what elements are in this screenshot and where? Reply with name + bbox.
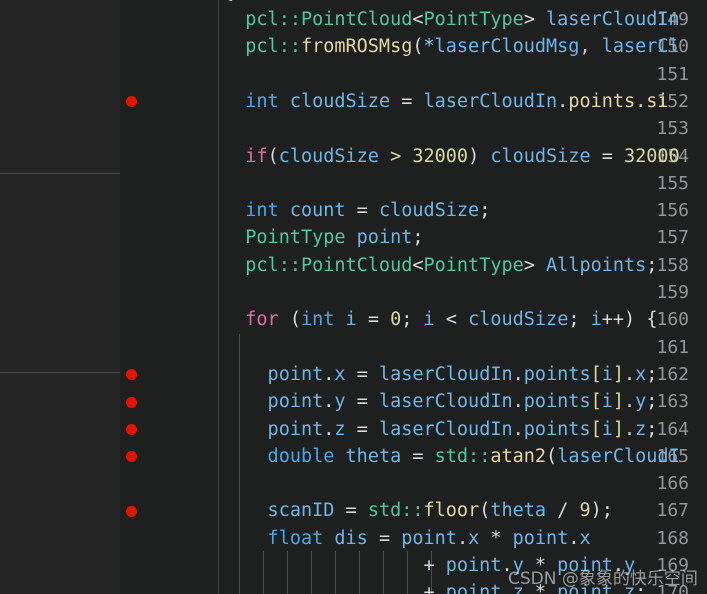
editor-window: 148 149 150 151 152 153 154 155: [0, 0, 707, 594]
sidebar-panel-column[interactable]: [0, 0, 120, 594]
code-line: PointType point;: [223, 227, 424, 249]
code-line: + point.z * point.z;: [223, 582, 647, 594]
code-line: scanID = std::floor(theta / 9);: [223, 500, 613, 522]
code-line: int cloudSize = laserCloudIn.points.si: [223, 90, 669, 112]
code-line: + point.y * point.y: [223, 555, 636, 576]
code-line: int count = cloudSize;: [223, 200, 491, 222]
panel-divider-bottom[interactable]: [0, 372, 120, 373]
code-line: pcl::PointCloud<PointType> laserCloudIn: [223, 9, 680, 30]
code-line: pcl::PointCloud<PointType> Allpoints;: [223, 254, 658, 276]
breakpoint-icon[interactable]: [126, 505, 137, 517]
code-line: if(cloudSize > 32000) cloudSize = 32000: [223, 145, 680, 167]
code-line: point.x = laserCloudIn.points[i].x;: [223, 363, 658, 385]
code-text-area[interactable]: { pcl::PointCloud<PointType> laserCloudI…: [219, 0, 707, 594]
code-line: for (int i = 0; i < cloudSize; i++) {: [223, 309, 658, 331]
code-line: point.z = laserCloudIn.points[i].z;: [223, 418, 658, 440]
breakpoint-icon[interactable]: [126, 396, 137, 408]
breakpoint-icon[interactable]: [126, 369, 137, 381]
breakpoint-icon[interactable]: [126, 424, 137, 435]
code-editor[interactable]: 148 149 150 151 152 153 154 155: [120, 0, 707, 594]
code-line: float dis = point.x * point.x: [223, 527, 591, 549]
code-line: point.y = laserCloudIn.points[i].y;: [223, 391, 658, 413]
panel-divider-top[interactable]: [0, 173, 120, 174]
breakpoint-icon[interactable]: [126, 451, 137, 463]
code-line: pcl::fromROSMsg(*laserCloudMsg, laserCl: [223, 36, 680, 58]
breakpoint-icon[interactable]: [126, 96, 137, 108]
code-line: double theta = std::atan2(laserCloudI: [223, 445, 680, 467]
